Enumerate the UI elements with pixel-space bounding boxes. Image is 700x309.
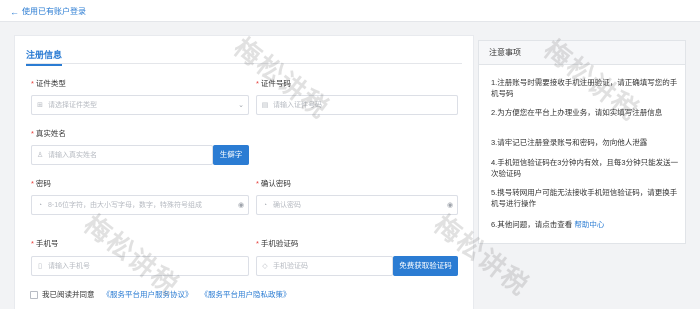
required-mark: * bbox=[256, 239, 259, 248]
id-number-input[interactable]: ▤ 请输入证件号码 bbox=[256, 95, 458, 115]
password-label: * 密码 bbox=[31, 179, 51, 188]
agreement-text: 我已阅读并同意 bbox=[42, 290, 95, 299]
back-to-login-label: 使用已有账户登录 bbox=[22, 7, 86, 16]
real-name-label: * 真实姓名 bbox=[31, 129, 66, 138]
phone-icon: ▯ bbox=[38, 263, 42, 270]
phone-placeholder: 请输入手机号 bbox=[48, 263, 90, 270]
sms-code-label: * 手机验证码 bbox=[256, 239, 299, 248]
id-number-placeholder: 请输入证件号码 bbox=[273, 102, 322, 109]
shield-icon: ◇ bbox=[262, 263, 268, 270]
notice-item-2: 2.为方便您在平台上办理业务，请如实填写注册信息 bbox=[491, 108, 663, 117]
eye-icon[interactable]: ◉ bbox=[234, 201, 248, 209]
id-type-select[interactable]: ⊞ 请选择证件类型 ⌄ bbox=[31, 95, 249, 115]
get-sms-code-button[interactable]: 免费获取验证码 bbox=[393, 256, 458, 276]
notice-title: 注意事项 bbox=[479, 41, 685, 65]
required-mark: * bbox=[31, 129, 34, 138]
required-mark: * bbox=[31, 239, 34, 248]
lock-icon: ◔ bbox=[262, 201, 268, 209]
notice-panel: 注意事项 1.注册账号时需要接收手机注册验证，请正确填写您的手机号码 2.为方便… bbox=[478, 40, 686, 244]
arrow-left-icon: ← bbox=[10, 7, 19, 17]
notice-item-6-text: 6.其他问题，请点击查看 bbox=[491, 220, 573, 229]
confirm-password-label: * 确认密码 bbox=[256, 179, 291, 188]
phone-label: * 手机号 bbox=[31, 239, 59, 248]
eye-icon[interactable]: ◉ bbox=[443, 201, 457, 209]
confirm-password-input[interactable]: ◔ 确认密码 ◉ bbox=[256, 195, 458, 215]
chevron-down-icon[interactable]: ⌄ bbox=[234, 101, 248, 109]
help-center-link[interactable]: 帮助中心 bbox=[574, 220, 604, 229]
password-input[interactable]: ◔ 8-16位字符，由大小写字母，数字，特殊符号组成 ◉ bbox=[31, 195, 249, 215]
id-type-label: * 证件类型 bbox=[31, 79, 66, 88]
id-number-label: * 证件号码 bbox=[256, 79, 291, 88]
sms-code-placeholder: 手机验证码 bbox=[273, 263, 308, 270]
rare-character-button[interactable]: 生僻字 bbox=[213, 145, 249, 165]
registration-form-panel: 注册信息 * 证件类型 ⊞ 请选择证件类型 ⌄ * 证件号码 ▤ 请输入证件号码 *… bbox=[14, 35, 474, 309]
phone-input[interactable]: ▯ 请输入手机号 bbox=[31, 256, 249, 276]
real-name-input[interactable]: ♙ 请输入真实姓名 bbox=[31, 145, 213, 165]
notice-item-5: 5.携号转网用户可能无法接收手机短信验证码，请更换手机号进行操作 bbox=[491, 188, 678, 208]
notice-item-1: 1.注册账号时需要接收手机注册验证，请正确填写您的手机号码 bbox=[491, 78, 678, 98]
sms-code-input[interactable]: ◇ 手机验证码 bbox=[256, 256, 393, 276]
real-name-placeholder: 请输入真实姓名 bbox=[48, 152, 97, 159]
password-placeholder: 8-16位字符，由大小写字母，数字，特殊符号组成 bbox=[48, 202, 203, 209]
confirm-password-placeholder: 确认密码 bbox=[273, 202, 301, 209]
required-mark: * bbox=[31, 79, 34, 88]
top-bar: ← 使用已有账户登录 bbox=[0, 0, 700, 22]
card-icon: ▤ bbox=[261, 102, 269, 109]
notice-item-6: 6.其他问题，请点击查看 帮助中心 bbox=[491, 219, 679, 230]
section-divider bbox=[26, 63, 462, 64]
back-to-login-link[interactable]: ← 使用已有账户登录 bbox=[10, 7, 86, 17]
user-icon: ♙ bbox=[36, 152, 44, 159]
id-type-placeholder: 请选择证件类型 bbox=[48, 102, 97, 109]
agreement-row: 我已阅读并同意 《服务平台用户服务协议》 《服务平台用户隐私政策》 bbox=[30, 290, 291, 300]
privacy-policy-link[interactable]: 《服务平台用户隐私政策》 bbox=[201, 290, 291, 300]
notice-item-3: 3.请牢记已注册登录账号和密码，勿向他人泄露 bbox=[491, 138, 648, 147]
service-agreement-link[interactable]: 《服务平台用户服务协议》 bbox=[103, 290, 193, 300]
notice-item-4: 4.手机短信验证码在3分钟内有效，且每3分钟只能发送一次验证码 bbox=[491, 158, 679, 178]
required-mark: * bbox=[256, 179, 259, 188]
lock-icon: ◔ bbox=[37, 201, 43, 209]
agreement-checkbox[interactable] bbox=[30, 291, 38, 299]
grid-icon: ⊞ bbox=[37, 102, 43, 109]
required-mark: * bbox=[31, 179, 34, 188]
required-mark: * bbox=[256, 79, 259, 88]
